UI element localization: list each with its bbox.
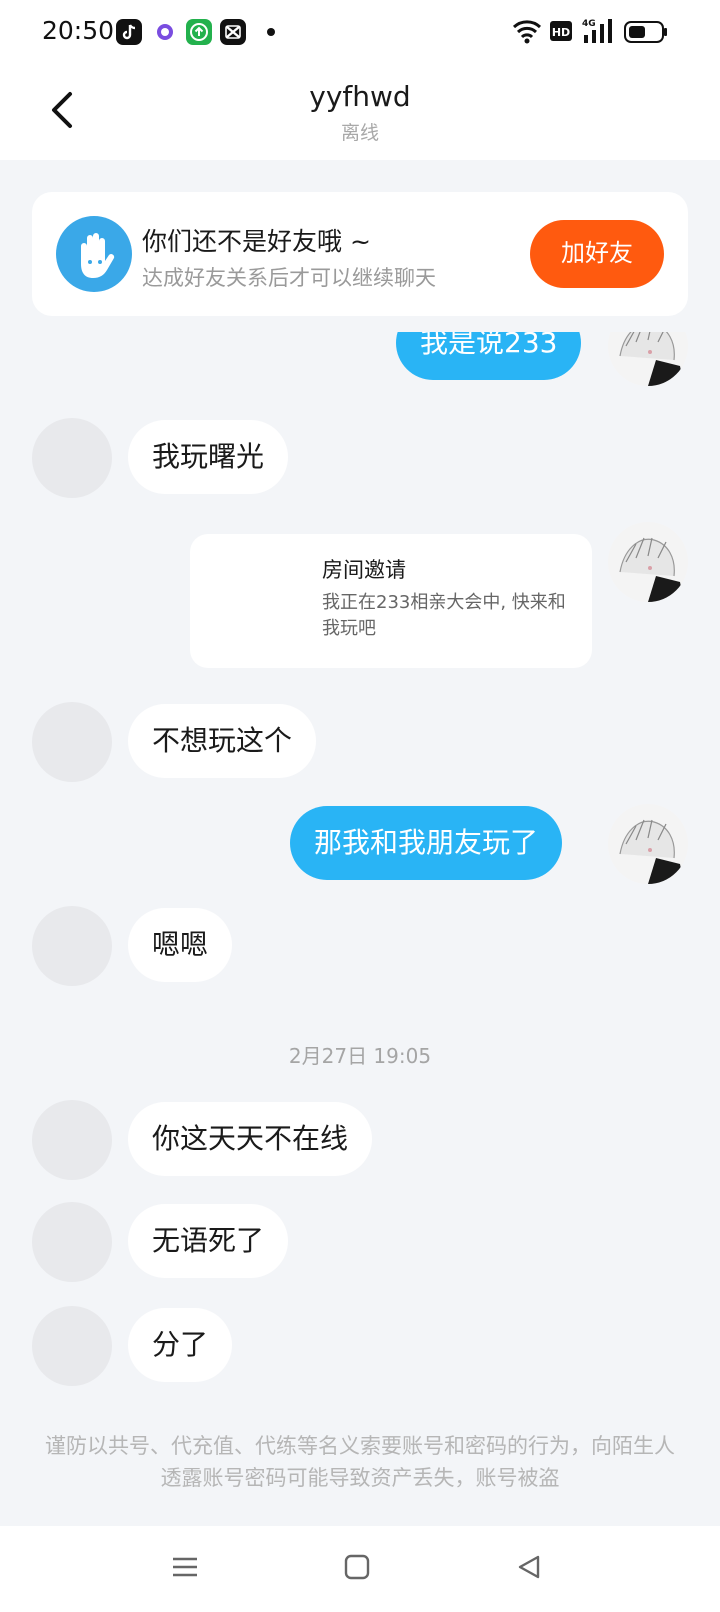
page-title: yyfhwd bbox=[309, 80, 411, 113]
message-bubble-outgoing[interactable]: 我是说233 bbox=[396, 332, 582, 380]
wifi-icon bbox=[512, 18, 542, 48]
contact-avatar[interactable] bbox=[32, 702, 112, 782]
message-list[interactable]: 我是说233 我玩曙光 房间邀请 我正在233相亲大会中, 快来和我玩吧 不想玩… bbox=[0, 332, 720, 1420]
download-app-icon bbox=[186, 19, 212, 45]
online-status: 离线 bbox=[340, 122, 379, 144]
back-triangle-icon[interactable] bbox=[514, 1552, 544, 1586]
battery-icon bbox=[624, 20, 668, 48]
friend-request-banner: 你们还不是好友哦 ~ 达成好友关系后才可以继续聊天 加好友 bbox=[32, 192, 688, 316]
message-bubble-incoming[interactable]: 你这天天不在线 bbox=[128, 1102, 373, 1176]
tiktok-app-icon bbox=[116, 19, 142, 45]
invite-card-description: 我正在233相亲大会中, 快来和我玩吧 bbox=[322, 592, 566, 639]
4g-signal-icon: 4G bbox=[582, 17, 616, 49]
capcut-app-icon bbox=[220, 19, 246, 45]
security-notice: 谨防以共号、代充值、代练等名义索要账号和密码的行为，向陌生人透露账号密码可能导致… bbox=[45, 1434, 675, 1490]
banner-title: 你们还不是好友哦 ~ bbox=[142, 227, 371, 256]
contact-avatar[interactable] bbox=[32, 1100, 112, 1180]
wave-hand-logo-icon bbox=[56, 216, 132, 292]
my-avatar[interactable] bbox=[608, 804, 688, 884]
my-avatar[interactable] bbox=[608, 522, 688, 602]
contact-avatar[interactable] bbox=[32, 1202, 112, 1282]
contact-avatar[interactable] bbox=[32, 906, 112, 986]
add-friend-button[interactable]: 加好友 bbox=[530, 220, 664, 288]
message-timestamp: 2月27日 19:05 bbox=[288, 1044, 432, 1068]
hd-icon: HD bbox=[550, 21, 572, 45]
invite-card-title: 房间邀请 bbox=[322, 558, 406, 582]
status-bar: 20:50 HD 4G bbox=[0, 0, 720, 64]
message-bubble-incoming[interactable]: 无语死了 bbox=[128, 1204, 289, 1278]
svg-text:HD: HD bbox=[552, 26, 570, 39]
home-square-icon[interactable] bbox=[342, 1552, 372, 1586]
status-time: 20:50 bbox=[42, 16, 115, 45]
contact-avatar[interactable] bbox=[32, 418, 112, 498]
app-circle-icon bbox=[152, 19, 178, 45]
message-bubble-incoming[interactable]: 我玩曙光 bbox=[128, 420, 289, 494]
chat-header: yyfhwd 离线 bbox=[0, 64, 720, 160]
system-nav-bar bbox=[0, 1526, 720, 1612]
banner-description: 达成好友关系后才可以继续聊天 bbox=[142, 266, 436, 290]
message-bubble-outgoing[interactable]: 那我和我朋友玩了 bbox=[290, 806, 563, 880]
contact-avatar[interactable] bbox=[32, 1306, 112, 1386]
message-bubble-incoming[interactable]: 不想玩这个 bbox=[128, 704, 317, 778]
room-invite-card[interactable]: 房间邀请 我正在233相亲大会中, 快来和我玩吧 bbox=[190, 534, 592, 668]
my-avatar[interactable] bbox=[608, 332, 688, 386]
message-bubble-incoming[interactable]: 嗯嗯 bbox=[128, 908, 233, 982]
message-bubble-incoming[interactable]: 分了 bbox=[128, 1308, 233, 1382]
menu-icon[interactable] bbox=[170, 1552, 200, 1586]
notification-dot-icon bbox=[267, 28, 275, 36]
svg-text:4G: 4G bbox=[582, 19, 596, 29]
